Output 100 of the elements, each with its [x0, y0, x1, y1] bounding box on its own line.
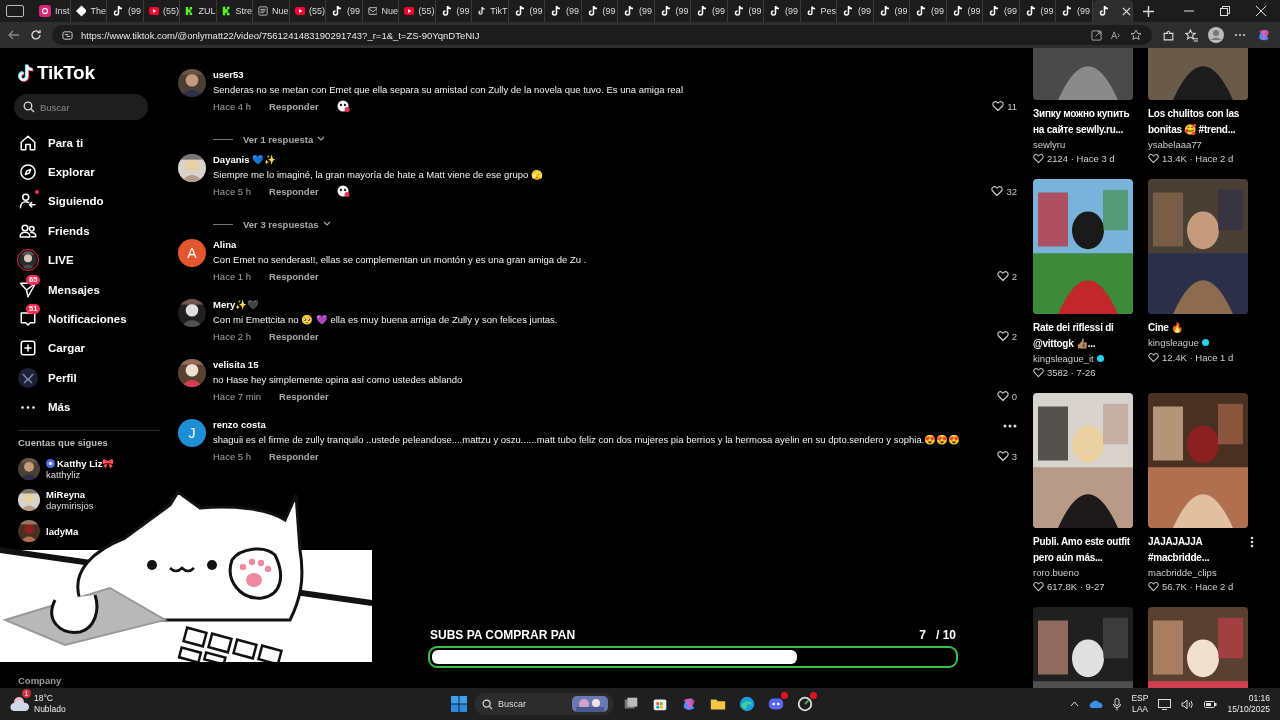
- reply-button[interactable]: Responder: [269, 185, 319, 197]
- compass-icon: [19, 163, 37, 182]
- tab-actions-icon[interactable]: [6, 5, 24, 17]
- note-icon: [477, 5, 487, 17]
- close-icon[interactable]: [1121, 6, 1131, 16]
- microphone-icon[interactable]: [1113, 697, 1122, 711]
- address-bar[interactable]: https://www.tiktok.com/@onlymatt22/video/7561241483190291743?_r=1&_t=ZS-90YqnDTeNIJ: [52, 25, 1152, 45]
- video-title[interactable]: Los chulitos con las bonitas 🥰 #trend...: [1148, 106, 1248, 137]
- cloud-icon[interactable]: [1089, 699, 1104, 709]
- sticker-icon[interactable]: [336, 185, 350, 197]
- chevron-down-icon: [322, 221, 331, 227]
- more-icon[interactable]: [1250, 536, 1254, 548]
- dial-icon[interactable]: [796, 695, 814, 713]
- comment-author[interactable]: renzo costa: [213, 419, 266, 433]
- comment-author[interactable]: user53: [213, 69, 244, 83]
- comment-author[interactable]: Mery✨🖤: [213, 299, 260, 313]
- video-author[interactable]: sewlyru: [1033, 138, 1066, 150]
- back-icon[interactable]: [8, 29, 20, 41]
- cloud-icon[interactable]: [10, 696, 30, 712]
- video-author[interactable]: ysabelaaa77: [1148, 138, 1202, 150]
- nav-item[interactable]: LIVE: [48, 254, 74, 267]
- browser-tab[interactable]: [1092, 0, 1133, 22]
- temperature: 18°C: [34, 693, 53, 704]
- chevron-down-icon: [317, 136, 326, 142]
- reply-button[interactable]: Responder: [269, 100, 319, 112]
- keyboard-layout[interactable]: LAA: [1131, 704, 1148, 715]
- footer-link[interactable]: Company: [18, 675, 160, 686]
- video-author[interactable]: kingsleague: [1148, 337, 1199, 348]
- read-aloud-icon[interactable]: [1110, 29, 1122, 41]
- note-icon: [915, 5, 927, 17]
- comment-time: Hace 5 h: [213, 185, 252, 197]
- video-stats: 13.4K · Hace 2 d: [1162, 153, 1234, 164]
- video-stats: 56.7K · Hace 2 d: [1162, 581, 1234, 592]
- note-icon: [586, 5, 599, 17]
- nav-item[interactable]: Cargar: [48, 342, 86, 355]
- video-title[interactable]: Publi. Amo este outfit pero aún más...: [1033, 534, 1133, 565]
- windows-icon[interactable]: [450, 695, 468, 713]
- note-icon: [805, 5, 817, 17]
- search-field[interactable]: Buscar: [14, 94, 148, 120]
- note-icon: [550, 5, 562, 17]
- logo-text[interactable]: TikTok: [37, 62, 95, 84]
- account-name[interactable]: Katthy Liz🎀: [57, 458, 115, 470]
- nav-item[interactable]: Más: [48, 401, 71, 414]
- clock-date[interactable]: 15/10/2025: [1227, 704, 1270, 715]
- video-author[interactable]: macbridde_clips: [1148, 566, 1217, 578]
- open-in-app-icon[interactable]: [1091, 29, 1102, 41]
- account-name[interactable]: ladyMa: [46, 525, 79, 537]
- nav-item[interactable]: Mensajes: [48, 283, 100, 296]
- nav-item[interactable]: Siguiendo: [48, 195, 104, 208]
- comment-time: Hace 1 h: [213, 270, 252, 282]
- favorites-icon[interactable]: [1185, 28, 1198, 42]
- video-title[interactable]: JAJAJAJJA #macbridde...: [1148, 534, 1248, 565]
- heart-icon: [996, 450, 1009, 462]
- puzzle-icon[interactable]: [1162, 28, 1175, 42]
- reply-button[interactable]: Responder: [269, 330, 319, 342]
- comment-author[interactable]: Alina: [213, 239, 237, 253]
- close-icon[interactable]: [1256, 6, 1266, 16]
- battery-icon[interactable]: [1204, 698, 1218, 710]
- video-title[interactable]: Rate dei riflessi di @vittogk 👍🏽...: [1033, 320, 1133, 351]
- clock-time[interactable]: 01:16: [1248, 693, 1270, 704]
- note-icon: [951, 5, 964, 17]
- reply-button[interactable]: Responder: [279, 390, 329, 402]
- comment-author[interactable]: Dayanis 💙✨: [213, 154, 277, 168]
- plus-icon[interactable]: [1142, 5, 1154, 17]
- chevron-up-icon[interactable]: [1070, 701, 1080, 707]
- note-icon: [1097, 5, 1110, 17]
- video-author[interactable]: roro.bueno: [1033, 566, 1079, 578]
- comment-time: Hace 7 min: [213, 390, 262, 402]
- refresh-icon[interactable]: [30, 29, 42, 41]
- account-name[interactable]: MiReyna: [46, 489, 86, 501]
- view-replies-link[interactable]: Ver 3 respuestas: [243, 218, 331, 230]
- network-icon[interactable]: [1158, 698, 1172, 710]
- restore-icon[interactable]: [1220, 6, 1230, 16]
- sticker-icon[interactable]: [336, 100, 350, 112]
- video-title[interactable]: Cine 🔥: [1148, 320, 1248, 336]
- nav-item[interactable]: Perfil: [48, 371, 77, 384]
- profile-avatar[interactable]: [1208, 27, 1224, 43]
- video-title[interactable]: Зипку можно купить на сайте sewlly.ru...: [1033, 106, 1133, 137]
- nav-item[interactable]: Friends: [48, 224, 90, 237]
- input-language[interactable]: ESP: [1131, 693, 1149, 704]
- video-author[interactable]: kingsleague_it: [1033, 352, 1094, 364]
- comment-text: no Hase hey simplemente opina así como ustedes ablando: [213, 373, 464, 387]
- star-icon[interactable]: [1130, 29, 1142, 41]
- reply-button[interactable]: Responder: [269, 450, 319, 462]
- comment-time: Hace 5 h: [213, 450, 252, 462]
- view-replies-link[interactable]: Ver 1 respuesta: [243, 133, 326, 145]
- browser-icon[interactable]: [738, 695, 756, 713]
- comment-author[interactable]: velisita 15: [213, 359, 259, 373]
- note-icon: [1061, 5, 1073, 17]
- nav-item[interactable]: Para ti: [48, 136, 84, 149]
- reply-button[interactable]: Responder: [269, 270, 319, 282]
- more-icon[interactable]: [1003, 424, 1017, 428]
- swirl-icon[interactable]: [1256, 27, 1272, 43]
- nav-item[interactable]: Notificaciones: [48, 313, 127, 326]
- note-icon: [878, 5, 891, 17]
- like-count: 3: [1011, 450, 1017, 462]
- heart-icon: [1148, 153, 1159, 164]
- volume-icon[interactable]: [1181, 698, 1195, 710]
- nav-item[interactable]: Explorar: [48, 166, 95, 179]
- heart-icon: [1033, 367, 1044, 378]
